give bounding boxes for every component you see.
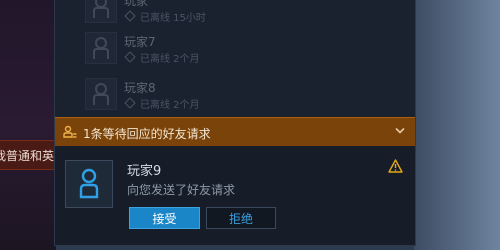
friend-item[interactable]: 玩家7 已离线 2个月 bbox=[85, 32, 385, 68]
person-icon bbox=[79, 168, 99, 199]
avatar bbox=[85, 78, 117, 110]
requester-avatar[interactable] bbox=[65, 160, 113, 208]
status-diamond-icon bbox=[124, 10, 136, 22]
friend-status: 已离线 2个月 bbox=[124, 50, 200, 65]
background-right bbox=[414, 0, 500, 250]
request-message: 向您发送了好友请求 bbox=[127, 183, 236, 197]
warning-icon[interactable] bbox=[388, 159, 403, 173]
avatar bbox=[85, 0, 117, 23]
person-icon bbox=[93, 37, 109, 59]
chevron-down-icon[interactable] bbox=[395, 127, 405, 135]
requester-name: 玩家9 bbox=[127, 164, 162, 179]
friend-name: 玩家 bbox=[124, 0, 149, 8]
reject-button[interactable]: 拒绝 bbox=[206, 207, 276, 229]
person-icon bbox=[93, 83, 109, 105]
person-icon bbox=[93, 0, 109, 18]
friend-name: 玩家8 bbox=[124, 81, 156, 95]
side-tooltip: 我普通和英 bbox=[0, 140, 56, 170]
background-left bbox=[0, 0, 56, 250]
friend-status: 已离线 15小时 bbox=[124, 9, 206, 24]
friend-status: 已离线 2个月 bbox=[124, 96, 200, 111]
friend-item[interactable]: 玩家 已离线 15小时 bbox=[85, 0, 385, 27]
accept-button[interactable]: 接受 bbox=[129, 207, 200, 229]
avatar bbox=[85, 32, 117, 64]
friend-request-card: 玩家9 向您发送了好友请求 接受 拒绝 bbox=[55, 146, 415, 245]
friend-item[interactable]: 玩家8 已离线 2个月 bbox=[85, 78, 385, 114]
status-diamond-icon bbox=[124, 97, 136, 109]
friend-request-bar[interactable]: 1条等待回应的好友请求 bbox=[55, 117, 415, 148]
friend-name: 玩家7 bbox=[124, 35, 156, 49]
friend-request-bar-label: 1条等待回应的好友请求 bbox=[83, 127, 211, 141]
status-diamond-icon bbox=[124, 51, 136, 63]
friends-panel: 玩家 已离线 15小时 玩家7 已离线 2个月 玩家8 已离线 2个月 1条等待… bbox=[54, 0, 416, 246]
side-tooltip-text: 我普通和英 bbox=[0, 149, 54, 163]
user-list-icon bbox=[63, 125, 77, 138]
